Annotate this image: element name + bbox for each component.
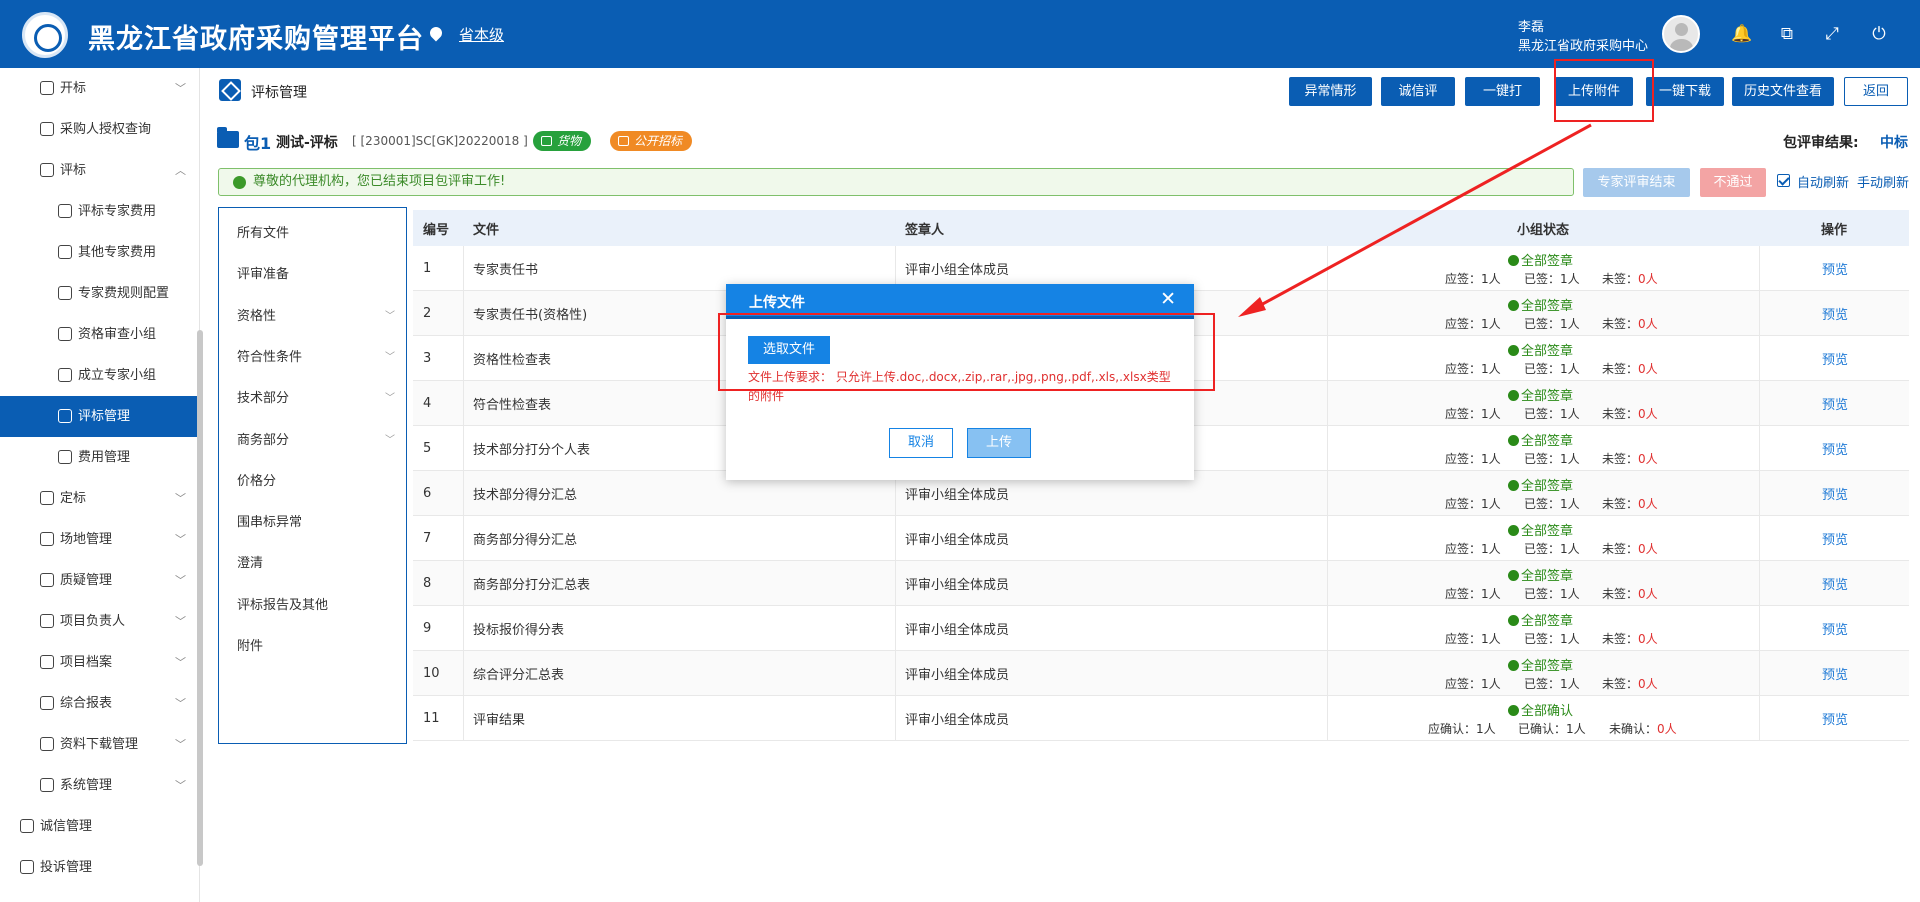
annotation-arrow [1238, 123, 1592, 317]
